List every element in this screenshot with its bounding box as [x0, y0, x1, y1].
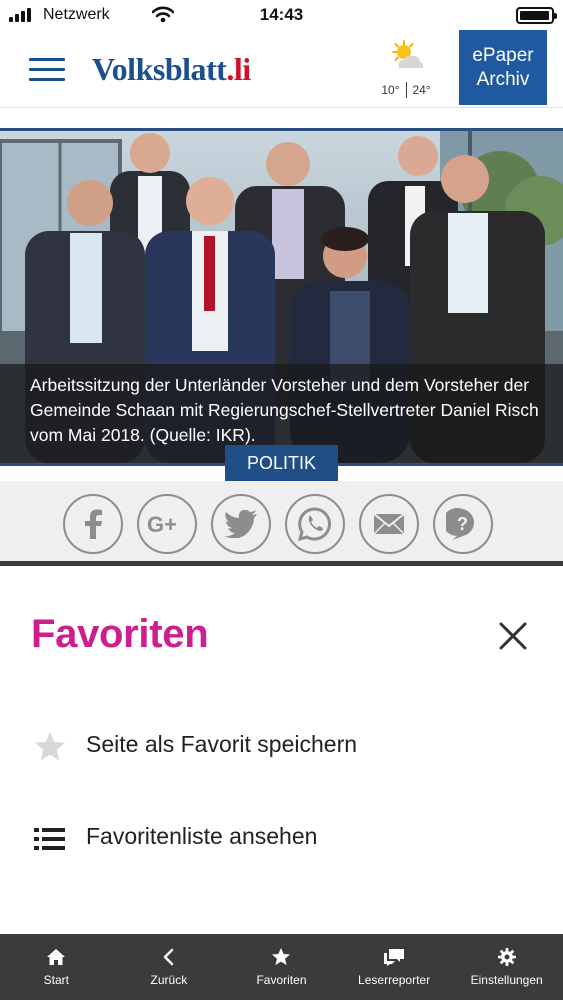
favorites-title: Favoriten — [31, 612, 209, 656]
share-twitter-button[interactable] — [211, 494, 271, 554]
star-icon — [272, 948, 291, 965]
battery-level — [520, 11, 549, 20]
epaper-archive-button[interactable]: ePaper Archiv — [459, 30, 547, 105]
clock: 14:43 — [259, 5, 304, 24]
nav-favorites[interactable]: Favoriten — [225, 934, 338, 1000]
nav-start-label: Start — [43, 973, 69, 987]
favorites-list-item[interactable]: Favoritenliste ansehen — [0, 803, 563, 873]
status-bar: Netzwerk 14:43 — [0, 0, 563, 30]
nav-back-label: Zurück — [150, 973, 188, 987]
logo-text-domain: .li — [226, 51, 251, 87]
chat-icon — [384, 949, 405, 966]
close-icon[interactable] — [497, 620, 529, 652]
archive-label: Archiv — [476, 69, 530, 90]
chevron-left-icon — [163, 948, 174, 966]
site-logo[interactable]: Volksblatt.li — [92, 50, 251, 88]
share-google-plus-button[interactable]: G+ — [137, 494, 197, 554]
help-icon: ? — [446, 508, 474, 540]
google-plus-icon: G+ — [147, 512, 177, 536]
hamburger-menu-icon[interactable] — [29, 58, 65, 82]
share-email-button[interactable] — [359, 494, 419, 554]
share-facebook-button[interactable] — [63, 494, 123, 554]
nav-leserreporter-label: Leserreporter — [358, 973, 431, 987]
category-badge[interactable]: POLITIK — [225, 445, 338, 481]
list-icon — [34, 823, 66, 855]
favorites-list-label: Favoritenliste ansehen — [86, 823, 318, 849]
battery-icon — [516, 7, 557, 24]
svg-text:?: ? — [457, 514, 468, 534]
app-header: Volksblatt.li 10° 24° ePaper Archiv — [0, 30, 563, 108]
bottom-navigation: Start Zurück Favoriten Leserreporter Ein… — [0, 934, 563, 1000]
nav-start[interactable]: Start — [0, 934, 113, 1000]
partly-cloudy-icon — [392, 40, 424, 68]
share-help-button[interactable]: ? — [433, 494, 493, 554]
temp-divider — [405, 82, 407, 98]
share-whatsapp-button[interactable] — [285, 494, 345, 554]
epaper-label: ePaper — [472, 45, 534, 66]
weather-widget[interactable]: 10° 24° — [368, 40, 444, 102]
whatsapp-icon — [298, 507, 331, 541]
save-favorite-label: Seite als Favorit speichern — [86, 731, 358, 757]
twitter-icon — [224, 510, 257, 538]
facebook-icon — [85, 509, 102, 539]
nav-settings-label: Einstellungen — [470, 973, 543, 987]
share-bar: G+ ? — [0, 481, 563, 566]
article-hero[interactable]: Arbeitssitzung der Unterländer Vorsteher… — [0, 128, 563, 466]
nav-back[interactable]: Zurück — [113, 934, 226, 1000]
temp-low: 10° — [381, 83, 400, 97]
nav-settings[interactable]: Einstellungen — [450, 934, 563, 1000]
logo-text-main: Volksblatt — [92, 51, 227, 87]
home-icon — [47, 949, 66, 965]
nav-favorites-label: Favoriten — [256, 973, 307, 987]
nav-leserreporter[interactable]: Leserreporter — [338, 934, 451, 1000]
star-icon — [34, 731, 66, 763]
temp-high: 24° — [412, 83, 431, 97]
save-favorite-item[interactable]: Seite als Favorit speichern — [0, 711, 563, 781]
email-icon — [373, 513, 405, 535]
gear-icon — [497, 948, 516, 966]
svg-text:G+: G+ — [147, 512, 177, 536]
